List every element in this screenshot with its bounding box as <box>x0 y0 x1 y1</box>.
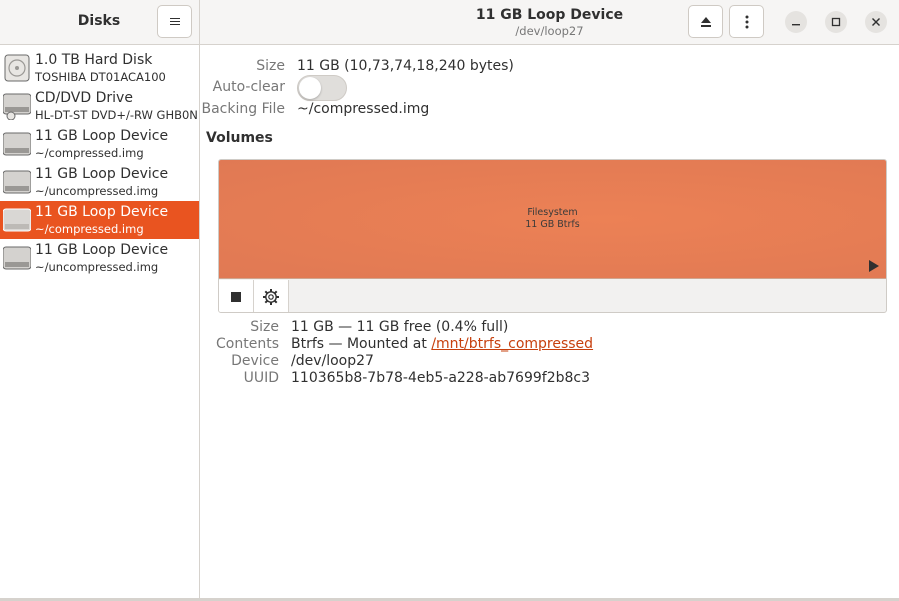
partition-label: Filesystem 11 GB Btrfs <box>219 207 886 231</box>
sidebar-device-item[interactable]: CD/DVD Drive HL-DT-ST DVD+/-RW GHB0N <box>0 87 199 125</box>
volume-map: Filesystem 11 GB Btrfs <box>218 159 887 313</box>
minimize-icon <box>792 24 800 26</box>
device-description: ~/compressed.img <box>35 146 144 160</box>
device-description: ~/compressed.img <box>35 222 144 236</box>
header-bar: 11 GB Loop Device /dev/loop27 <box>200 0 899 45</box>
maximize-icon <box>831 17 841 27</box>
main-menu-button[interactable] <box>157 5 192 38</box>
stop-icon <box>231 291 241 302</box>
device-name: 1.0 TB Hard Disk <box>35 52 153 68</box>
size-value: 11 GB (10,73,74,18,240 bytes) <box>297 58 514 74</box>
sidebar-device-item[interactable]: 11 GB Loop Device ~/compressed.img <box>0 201 199 239</box>
close-button[interactable] <box>865 11 887 33</box>
close-icon <box>872 18 880 26</box>
sidebar-device-item[interactable]: 11 GB Loop Device ~/uncompressed.img <box>0 163 199 201</box>
contents-value: Btrfs — Mounted at /mnt/btrfs_compressed <box>291 336 593 352</box>
loop-device-icon <box>2 168 32 196</box>
device-name: CD/DVD Drive <box>35 90 133 106</box>
toggle-knob <box>299 77 321 99</box>
device-name: 11 GB Loop Device <box>35 128 169 144</box>
contents-label: Contents <box>216 336 279 352</box>
autoclear-toggle[interactable] <box>297 75 347 101</box>
volumes-title: Volumes <box>206 130 273 146</box>
loop-device-icon <box>2 206 32 234</box>
play-icon <box>869 260 879 272</box>
loop-device-icon <box>2 130 32 158</box>
sidebar-header: Disks <box>0 0 200 45</box>
hard-disk-icon <box>3 54 31 82</box>
eject-button[interactable] <box>688 5 723 38</box>
unmount-button[interactable] <box>219 280 254 312</box>
backing-file-label: Backing File <box>201 101 285 117</box>
device-description: ~/uncompressed.img <box>35 260 159 274</box>
device-value: /dev/loop27 <box>291 353 374 369</box>
sidebar-device-item[interactable]: 1.0 TB Hard Disk TOSHIBA DT01ACA100 <box>0 49 199 87</box>
hamburger-icon <box>169 21 180 22</box>
sidebar-device-item[interactable]: 11 GB Loop Device ~/uncompressed.img <box>0 239 199 277</box>
minimize-button[interactable] <box>785 11 807 33</box>
uuid-label: UUID <box>243 370 279 386</box>
device-name: 11 GB Loop Device <box>35 242 169 258</box>
autoclear-label: Auto-clear <box>212 79 285 95</box>
partition-block[interactable]: Filesystem 11 GB Btrfs <box>219 160 886 279</box>
more-vertical-icon <box>745 15 748 28</box>
device-list: 1.0 TB Hard Disk TOSHIBA DT01ACA100 CD/DVD… <box>0 45 200 601</box>
device-name: 11 GB Loop Device <box>35 166 169 182</box>
eject-icon <box>700 16 711 27</box>
device-description: HL-DT-ST DVD+/-RW GHB0N <box>35 108 198 122</box>
backing-file-value: ~/compressed.img <box>297 101 430 117</box>
device-description: TOSHIBA DT01ACA100 <box>35 70 166 84</box>
partition-options-button[interactable] <box>254 280 289 312</box>
size-label: Size <box>256 58 285 74</box>
contents-text: Btrfs — Mounted at <box>291 336 432 352</box>
partition-type: Filesystem <box>527 207 578 218</box>
device-label: Device <box>231 353 279 369</box>
optical-drive-icon <box>2 92 32 121</box>
drive-menu-button[interactable] <box>729 5 764 38</box>
mount-point-link[interactable]: /mnt/btrfs_compressed <box>431 336 593 352</box>
uuid-value: 110365b8-7b78-4eb5-a228-ab7699f2b8c3 <box>291 370 590 386</box>
volume-size-label: Size <box>250 319 279 335</box>
drive-details: Size 11 GB (10,73,74,18,240 bytes) Auto-… <box>201 46 899 601</box>
device-description: ~/uncompressed.img <box>35 184 159 198</box>
sidebar-device-item[interactable]: 11 GB Loop Device ~/compressed.img <box>0 125 199 163</box>
loop-device-icon <box>2 244 32 272</box>
device-name: 11 GB Loop Device <box>35 204 169 220</box>
partition-size: 11 GB Btrfs <box>525 219 580 230</box>
volume-size-value: 11 GB — 11 GB free (0.4% full) <box>291 319 509 335</box>
maximize-button[interactable] <box>825 11 847 33</box>
gear-icon <box>263 288 279 305</box>
